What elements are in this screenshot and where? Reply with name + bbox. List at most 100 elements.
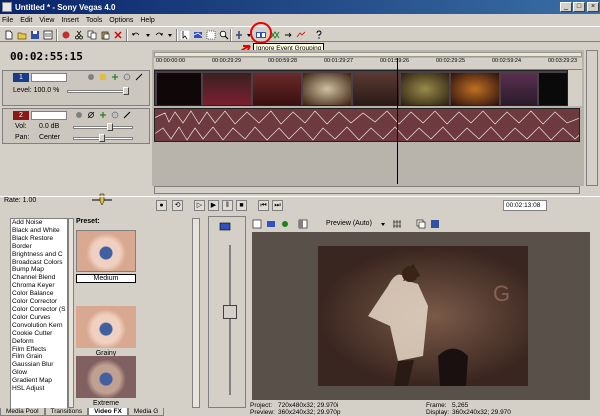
list-item[interactable]: Color Corrector <box>11 298 67 306</box>
video-event-controls[interactable] <box>568 70 582 106</box>
video-event[interactable] <box>154 70 568 106</box>
preview-quality-dropdown[interactable]: Preview (Auto) <box>326 220 372 227</box>
delete-icon[interactable] <box>113 30 123 40</box>
list-item[interactable]: Film Effects <box>11 346 67 354</box>
pan-slider-knob[interactable] <box>99 134 105 142</box>
list-item[interactable]: Add Noise <box>11 219 67 227</box>
list-item[interactable]: Color Curves <box>11 314 67 322</box>
loop-region-bar[interactable] <box>154 52 582 57</box>
copy-icon[interactable] <box>87 30 97 40</box>
save-icon[interactable] <box>30 30 40 40</box>
list-item[interactable]: Color Balance <box>11 290 67 298</box>
preset-thumbnail[interactable] <box>76 230 136 272</box>
undo-icon[interactable] <box>131 30 141 40</box>
play-button[interactable]: ▶ <box>208 200 219 211</box>
mute-icon[interactable] <box>123 73 131 81</box>
video-level-slider[interactable] <box>67 90 127 93</box>
cut-icon[interactable] <box>74 30 84 40</box>
list-item[interactable]: Channel Blend <box>11 274 67 282</box>
list-item[interactable]: Color Corrector (S <box>11 306 67 314</box>
properties-icon[interactable] <box>43 30 53 40</box>
envelope-tool-icon[interactable] <box>193 30 203 40</box>
go-to-start-button[interactable]: ⏮ <box>258 200 269 211</box>
solo-icon[interactable] <box>135 73 143 81</box>
list-item[interactable]: Gaussian Blur <box>11 361 67 369</box>
audio-solo-icon[interactable] <box>123 111 131 119</box>
list-item[interactable]: Border <box>11 243 67 251</box>
tab-media-pool[interactable]: Media Pool <box>0 408 45 416</box>
master-fader-track[interactable] <box>229 245 231 395</box>
render-icon[interactable] <box>61 30 71 40</box>
tab-transitions[interactable]: Transitions <box>44 408 89 416</box>
chevron-down-icon[interactable] <box>378 219 388 229</box>
loop-button[interactable]: ⟲ <box>172 200 183 211</box>
minimize-button[interactable]: _ <box>560 2 572 12</box>
audio-track-header[interactable]: 2 Vol: 0.0 dB Pan: Center <box>2 108 150 144</box>
record-arm-icon[interactable] <box>75 111 83 119</box>
fx-icon[interactable] <box>87 73 95 81</box>
redo-icon[interactable] <box>154 30 164 40</box>
list-item[interactable]: Black and White <box>11 227 67 235</box>
motion-icon[interactable] <box>111 73 119 81</box>
help-icon[interactable] <box>314 30 324 40</box>
tab-video-fx[interactable]: Video FX <box>88 408 128 416</box>
list-item[interactable]: Gradient Map <box>11 377 67 385</box>
close-button[interactable]: × <box>587 2 599 12</box>
list-item[interactable]: Black Restore <box>11 235 67 243</box>
list-item[interactable]: Brightness and C <box>11 251 67 259</box>
selection-tool-icon[interactable] <box>206 30 216 40</box>
project-properties-icon[interactable] <box>252 219 262 229</box>
list-item[interactable]: Cookie Cutter <box>11 330 67 338</box>
list-item[interactable]: Glow <box>11 369 67 377</box>
timeline-horizontal-scrollbar[interactable] <box>154 186 580 194</box>
maximize-button[interactable]: □ <box>573 2 585 12</box>
undo-dropdown-icon[interactable] <box>143 30 153 40</box>
composite-icon[interactable] <box>99 73 107 81</box>
menu-options[interactable]: Options <box>109 17 133 24</box>
play-from-start-button[interactable]: ▷ <box>194 200 205 211</box>
copy-snapshot-icon[interactable] <box>416 219 426 229</box>
split-screen-icon[interactable] <box>298 219 308 229</box>
overlays-icon[interactable] <box>392 219 402 229</box>
volume-slider-knob[interactable] <box>107 123 113 131</box>
record-button[interactable]: ● <box>156 200 167 211</box>
video-fx-icon[interactable] <box>280 219 290 229</box>
monitor-icon[interactable] <box>219 221 231 233</box>
time-ruler[interactable]: 00:00:00:00 00:00:29:29 00:00:59:28 00:0… <box>154 58 582 70</box>
list-item[interactable]: Broadcast Colors <box>11 259 67 267</box>
timeline-vertical-scrollbar[interactable] <box>586 50 598 186</box>
snapping-icon[interactable] <box>234 30 244 40</box>
list-item[interactable]: Film Grain <box>11 353 67 361</box>
video-level-slider-knob[interactable] <box>123 87 129 95</box>
preset-thumbnail[interactable] <box>76 356 136 398</box>
stop-button[interactable]: ■ <box>236 200 247 211</box>
audio-track-name-field[interactable] <box>31 111 67 120</box>
list-item[interactable]: Bump Map <box>11 266 67 274</box>
paste-icon[interactable] <box>100 30 110 40</box>
list-item[interactable]: Chroma Keyer <box>11 282 67 290</box>
tab-media-generators[interactable]: Media G <box>127 408 165 416</box>
audio-mute-icon[interactable] <box>111 111 119 119</box>
auto-ripple-icon[interactable] <box>283 30 293 40</box>
external-monitor-icon[interactable] <box>266 219 276 229</box>
audio-event[interactable] <box>154 108 580 142</box>
preset-label[interactable]: Medium <box>76 274 136 283</box>
menu-view[interactable]: View <box>39 17 54 24</box>
save-snapshot-icon[interactable] <box>430 219 440 229</box>
menu-insert[interactable]: Insert <box>61 17 79 24</box>
playhead-cursor[interactable] <box>397 58 398 184</box>
go-to-end-button[interactable]: ⏭ <box>272 200 283 211</box>
invert-phase-icon[interactable] <box>87 111 95 119</box>
list-item[interactable]: Convolution Kern <box>11 322 67 330</box>
open-folder-icon[interactable] <box>17 30 27 40</box>
list-item[interactable]: HSL Adjust <box>11 385 67 393</box>
menu-file[interactable]: File <box>2 17 13 24</box>
pause-button[interactable]: ‖ <box>222 200 233 211</box>
track-fx-icon[interactable] <box>99 111 107 119</box>
menu-help[interactable]: Help <box>140 17 154 24</box>
normal-edit-tool-icon[interactable] <box>180 30 190 40</box>
list-item[interactable]: Deform <box>11 338 67 346</box>
preset-thumbnail[interactable] <box>76 306 136 348</box>
video-track-header[interactable]: 1 Level: 100.0 % <box>2 70 150 106</box>
new-file-icon[interactable] <box>4 30 14 40</box>
